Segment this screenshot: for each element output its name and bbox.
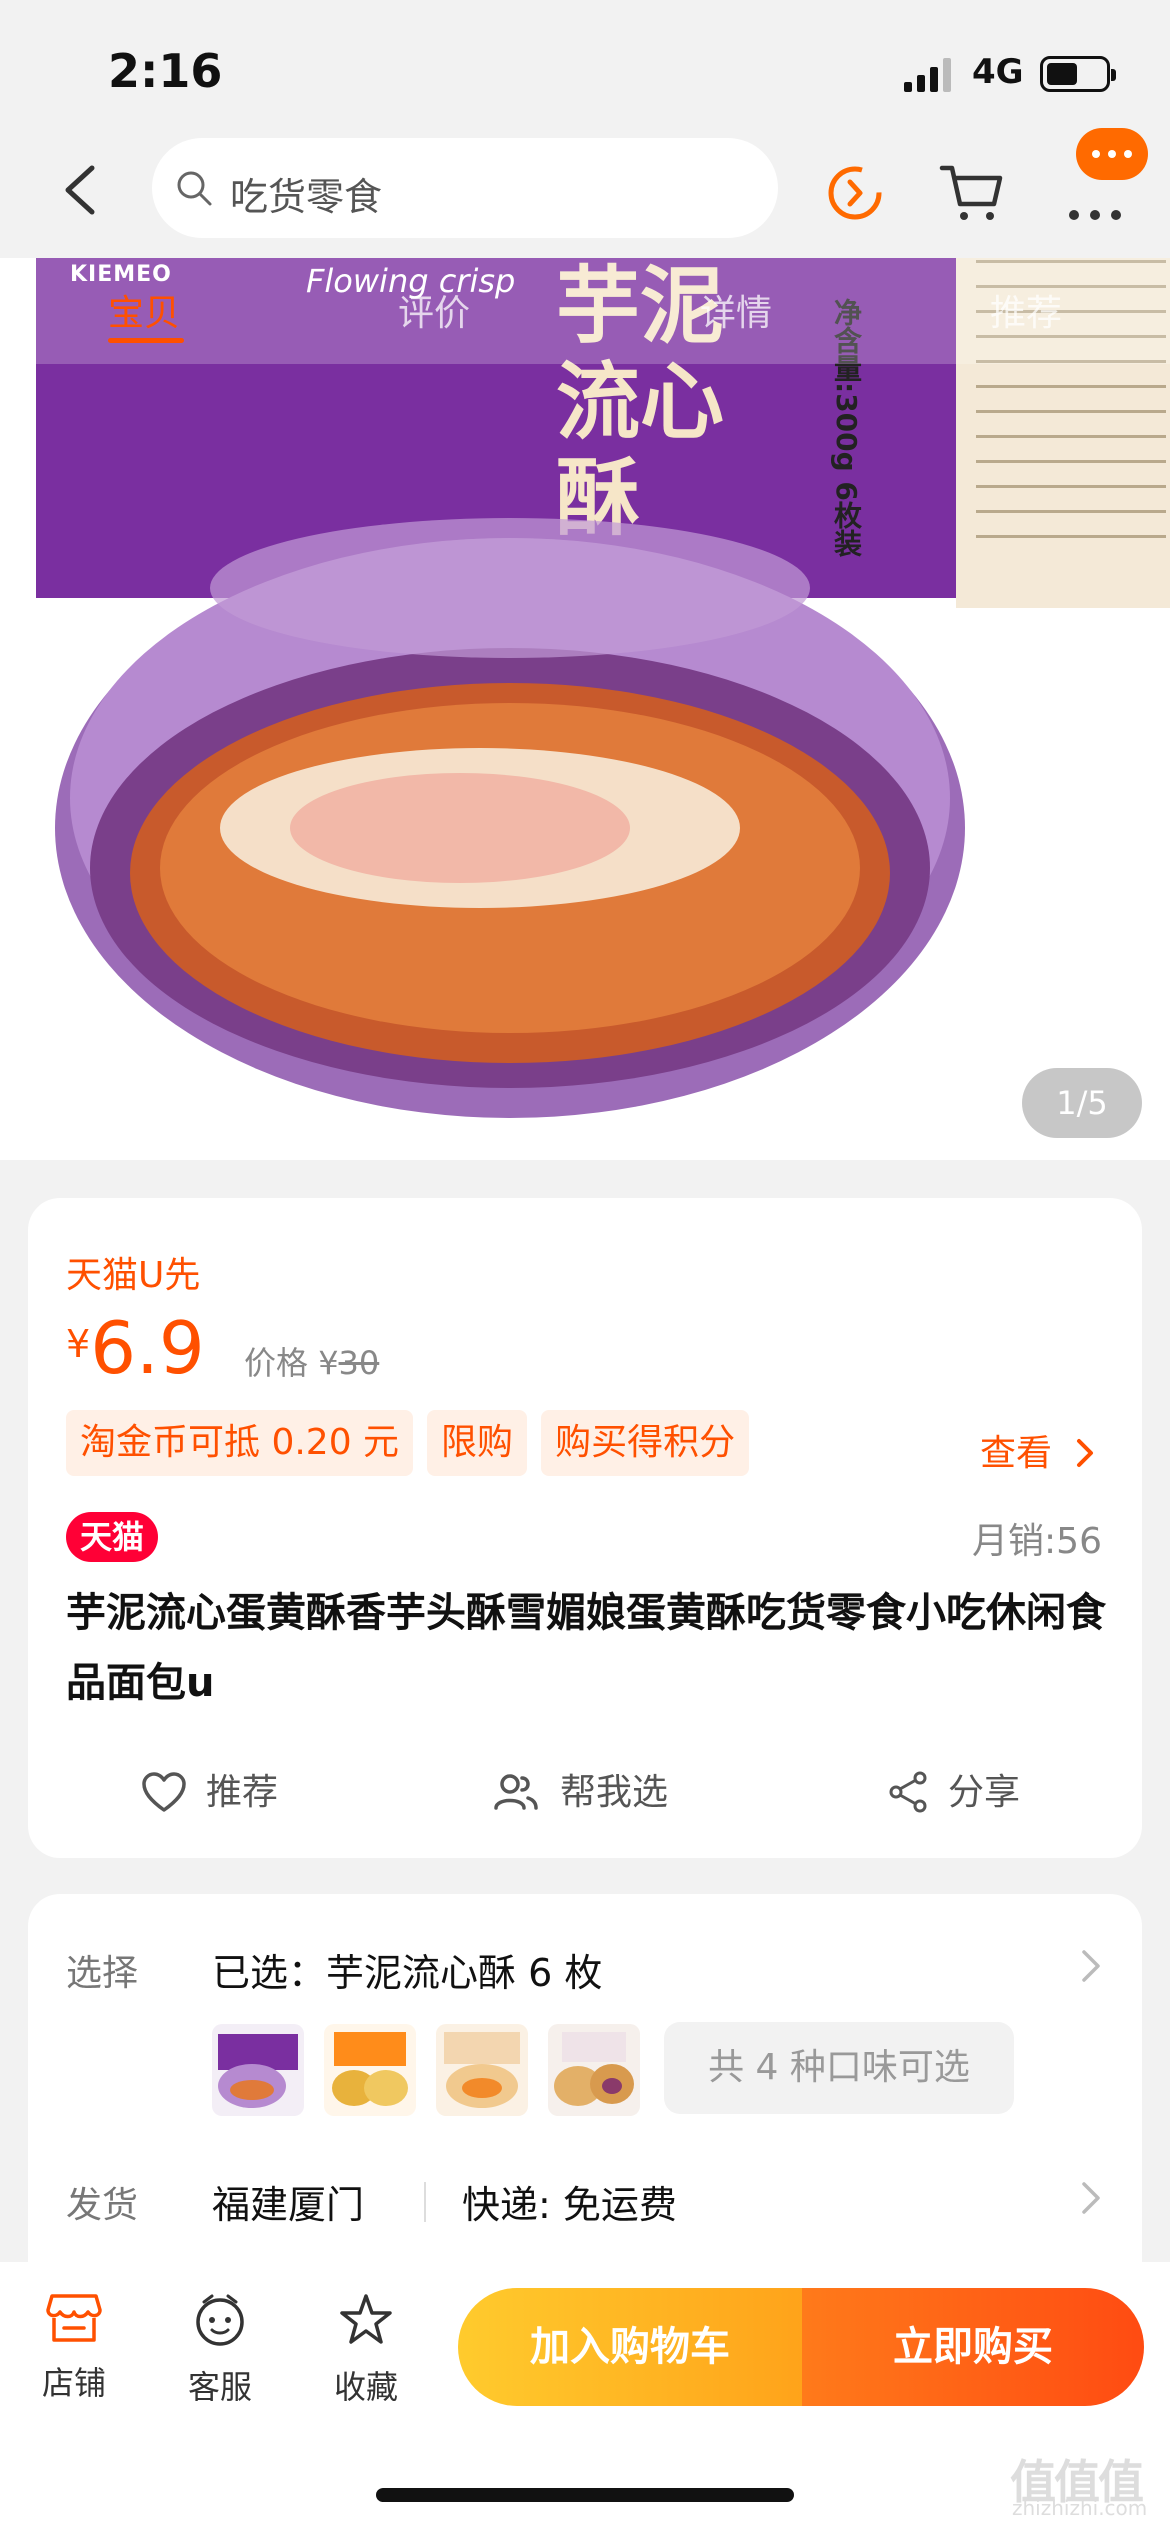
original-price-value: 30 (338, 1344, 380, 1382)
share-button[interactable]: 分享 (886, 1758, 1020, 1828)
status-time: 2:16 (108, 44, 223, 98)
store-button[interactable]: 店铺 (14, 2292, 134, 2404)
more-dots-icon[interactable] (1060, 180, 1130, 250)
favorite-button[interactable]: 收藏 (306, 2292, 426, 2408)
status-bar: 2:16 4G (0, 0, 1170, 140)
view-promotions-link[interactable]: 查看 (980, 1424, 1095, 1476)
currency-symbol: ¥ (66, 1322, 91, 1366)
section-tabs: 宝贝 评价 详情 推荐 (0, 258, 1170, 364)
original-currency: ¥ (318, 1344, 339, 1382)
purchase-buttons: 加入购物车 立即购买 (458, 2288, 1144, 2406)
network-type: 4G (972, 52, 1024, 92)
top-navigation: 吃货零食 (0, 128, 1170, 260)
divider (424, 2182, 426, 2222)
product-image-gallery[interactable]: KIEMEO Flowing crisp 芋泥流心酥 净含量:300g 6枚装 … (0, 258, 1170, 1160)
star-icon (340, 2294, 392, 2344)
tab-recommend[interactable]: 推荐 (990, 284, 1062, 336)
people-icon (494, 1774, 538, 1810)
cart-icon[interactable] (938, 156, 1008, 226)
chevron-right-icon (1082, 1950, 1100, 1982)
sku-thumbnail[interactable] (548, 2024, 640, 2116)
chevron-right-icon (1077, 1439, 1094, 1467)
view-label: 查看 (980, 1433, 1053, 1474)
pastry-photo (55, 518, 965, 1118)
search-bar[interactable]: 吃货零食 (152, 138, 778, 238)
ship-from: 福建厦门 (212, 2183, 365, 2227)
add-to-cart-button[interactable]: 加入购物车 (458, 2288, 802, 2406)
ship-label: 发货 (66, 2185, 139, 2226)
sku-thumbnail[interactable] (212, 2024, 304, 2116)
coin-discount-chip[interactable]: 淘金币可抵 0.20 元 (66, 1410, 414, 1476)
back-arrow-icon[interactable] (52, 160, 112, 220)
image-counter: 1/5 (1022, 1068, 1142, 1138)
price-value: 6.9 (90, 1306, 205, 1390)
tmall-badge: 天猫 (66, 1512, 159, 1562)
heart-icon (142, 1772, 186, 1812)
select-label: 选择 (66, 1953, 139, 1994)
store-label: 店铺 (41, 2364, 106, 2402)
message-bubble-icon[interactable] (1076, 128, 1148, 180)
signal-icon (904, 58, 951, 92)
footprint-history-icon[interactable] (820, 156, 890, 226)
monthly-sales: 月销:56 (972, 1521, 1102, 1562)
recommend-button[interactable]: 推荐 (140, 1758, 278, 1828)
service-face-icon (196, 2294, 244, 2346)
store-icon (46, 2294, 102, 2342)
help-choose-button[interactable]: 帮我选 (490, 1758, 668, 1828)
help-choose-label: 帮我选 (560, 1772, 669, 1813)
service-label: 客服 (187, 2368, 252, 2406)
original-price: 价格 ¥30 (244, 1338, 379, 1384)
flavor-count-button[interactable]: 共 4 种口味可选 (664, 2022, 1014, 2114)
buy-now-button[interactable]: 立即购买 (802, 2288, 1144, 2406)
original-price-label: 价格 (244, 1344, 309, 1382)
chevron-right-icon (1082, 2182, 1100, 2214)
share-label: 分享 (948, 1772, 1021, 1813)
favorite-label: 收藏 (333, 2368, 398, 2406)
express-fee: 快递: 免运费 (462, 2183, 677, 2227)
sku-thumbnail[interactable] (324, 2024, 416, 2116)
selected-sku: 已选：芋泥流心酥 6 枚 (212, 1951, 603, 1995)
points-chip[interactable]: 购买得积分 (541, 1410, 750, 1476)
tab-reviews[interactable]: 评价 (398, 284, 470, 336)
recommend-label: 推荐 (206, 1772, 279, 1813)
promo-chips: 淘金币可抵 0.20 元限购 购买得积分 (66, 1410, 763, 1476)
customer-service-button[interactable]: 客服 (160, 2292, 280, 2408)
tab-details[interactable]: 详情 (700, 284, 772, 336)
share-icon (889, 1771, 927, 1813)
home-indicator[interactable] (376, 2488, 794, 2502)
tab-active-indicator (108, 338, 184, 343)
current-price: ¥6.9 (66, 1306, 205, 1390)
product-info-card: 天猫U先 ¥6.9 价格 ¥30 淘金币可抵 0.20 元限购 购买得积分 查看 … (28, 1198, 1142, 1858)
search-placeholder: 吃货零食 (230, 175, 383, 219)
sku-thumbnail[interactable] (436, 2024, 528, 2116)
battery-icon (1040, 56, 1116, 92)
search-icon (177, 171, 212, 206)
limit-chip[interactable]: 限购 (427, 1410, 528, 1476)
product-actions: 推荐 帮我选 分享 (28, 1758, 1142, 1828)
product-title: 芋泥流心蛋黄酥香芋头酥雪媚娘蛋黄酥吃货零食小吃休闲食品面包u (66, 1590, 1106, 1706)
tab-item[interactable]: 宝贝 (108, 284, 180, 336)
promo-label: 天猫U先 (66, 1255, 201, 1296)
watermark-url: zhizhizhi.com (1012, 2496, 1148, 2520)
